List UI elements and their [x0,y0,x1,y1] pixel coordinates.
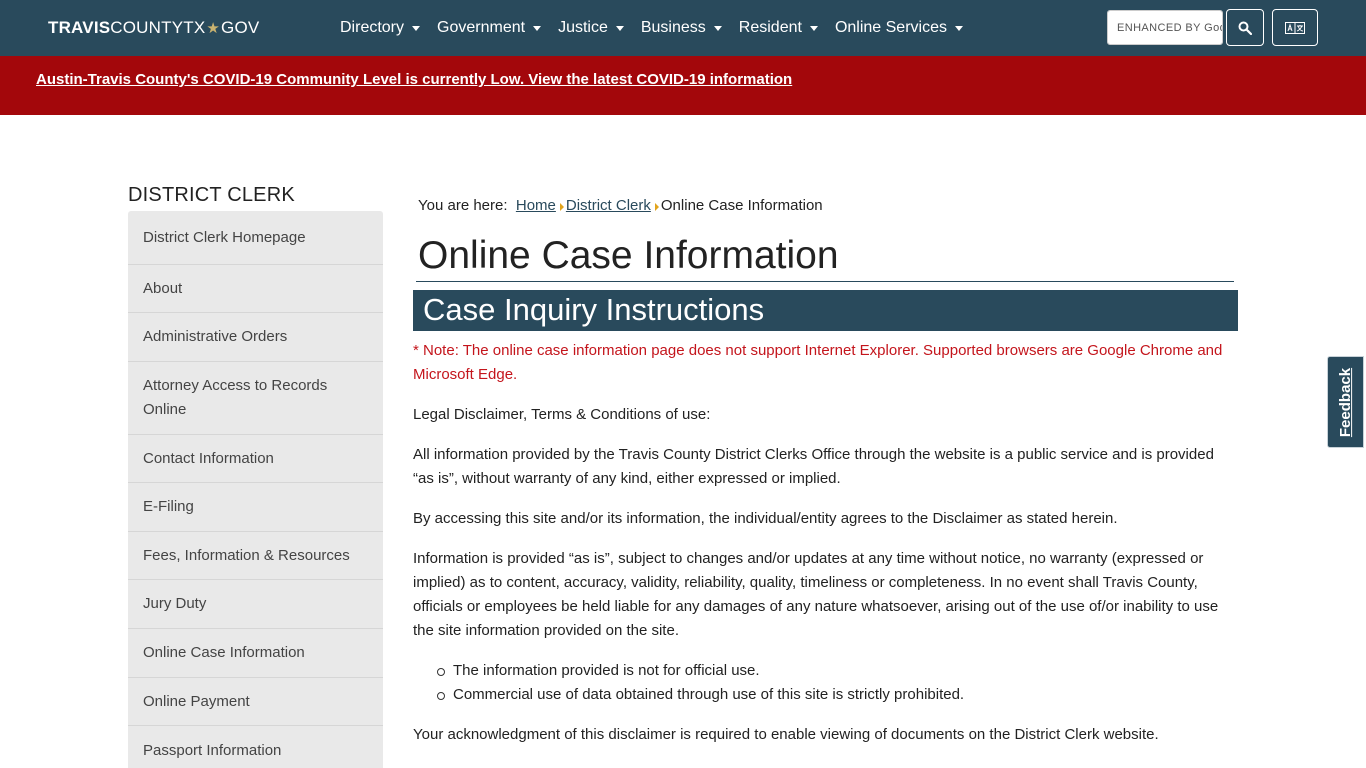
disclaimer-paragraph-1: All information provided by the Travis C… [413,446,1214,487]
breadcrumb-district-clerk-link[interactable]: District Clerk [566,197,651,214]
sidebar-item-jury-duty[interactable]: Jury Duty [128,580,383,629]
browser-note: * Note: The online case information page… [413,342,1223,383]
title-divider [416,281,1234,282]
top-navbar: TRAVISCOUNTYTX★GOV Directory Government … [0,0,1366,56]
breadcrumb-home-link[interactable]: Home [516,197,556,214]
main-nav: Directory Government Justice Business Re… [340,0,980,56]
breadcrumb-arrow-icon [654,203,659,211]
disclaimer-paragraph-2: By accessing this site and/or its inform… [413,510,1118,527]
sidebar-item-contact-information[interactable]: Contact Information [128,435,383,483]
search-box [1107,10,1223,45]
logo-text-county: COUNTYTX [110,18,206,37]
logo-text-travis: TRAVIS [48,18,111,37]
breadcrumb-current: Online Case Information [660,197,823,214]
main-content: * Note: The online case information page… [413,339,1238,763]
sidebar-item-district-clerk-homepage[interactable]: District Clerk Homepage [128,211,383,265]
search-input[interactable] [1108,11,1222,44]
nav-business[interactable]: Business [641,19,722,37]
caret-down-icon [615,25,624,31]
sidebar-item-administrative-orders[interactable]: Administrative Orders [128,313,383,362]
disclaimer-paragraph-3: Information is provided “as is”, subject… [413,550,1219,639]
sidebar-menu: District Clerk Homepage About Administra… [128,211,383,768]
list-item: Commercial use of data obtained through … [437,683,1238,707]
disclaimer-list: The information provided is not for offi… [413,659,1238,707]
page-title: Online Case Information [418,234,839,277]
site-logo[interactable]: TRAVISCOUNTYTX★GOV [48,18,259,38]
nav-resident[interactable]: Resident [739,19,818,37]
breadcrumb-prefix: You are here: [418,197,508,214]
breadcrumb-arrow-icon [559,203,564,211]
translate-icon [1285,21,1305,34]
section-heading-bar: Case Inquiry Instructions [413,290,1238,331]
feedback-label: Feedback [1337,367,1355,437]
covid-alert-banner: Austin-Travis County's COVID-19 Communit… [0,56,1366,115]
disclaimer-heading: Legal Disclaimer, Terms & Conditions of … [413,406,711,423]
logo-star-icon: ★ [206,20,221,37]
acknowledgment-paragraph: Your acknowledgment of this disclaimer i… [413,726,1159,743]
logo-text-gov: GOV [221,18,260,37]
translate-button[interactable] [1272,9,1318,46]
feedback-tab[interactable]: Feedback [1327,356,1364,448]
nav-justice[interactable]: Justice [558,19,624,37]
sidebar-item-passport-information[interactable]: Passport Information [128,726,383,768]
caret-down-icon [713,25,722,31]
caret-down-icon [412,25,421,31]
caret-down-icon [954,25,963,31]
section-heading: Case Inquiry Instructions [423,292,765,327]
sidebar-item-about[interactable]: About [128,265,383,313]
caret-down-icon [809,25,818,31]
sidebar-item-attorney-access[interactable]: Attorney Access to Records Online [128,362,383,435]
sidebar-item-online-payment[interactable]: Online Payment [128,678,383,726]
sidebar-item-fees-information[interactable]: Fees, Information & Resources [128,532,383,580]
covid-alert-link[interactable]: Austin-Travis County's COVID-19 Communit… [36,71,792,88]
sidebar-title: DISTRICT CLERK [128,184,295,206]
sidebar-item-e-filing[interactable]: E-Filing [128,483,383,532]
sidebar-item-online-case-information[interactable]: Online Case Information [128,629,383,678]
nav-government[interactable]: Government [437,19,542,37]
nav-online-services[interactable]: Online Services [835,19,963,37]
search-icon [1238,21,1252,35]
search-button[interactable] [1226,9,1264,46]
list-item: The information provided is not for offi… [437,659,1238,683]
breadcrumb: You are here: Home District Clerk Online C… [418,197,823,214]
nav-directory[interactable]: Directory [340,19,421,37]
caret-down-icon [533,25,542,31]
